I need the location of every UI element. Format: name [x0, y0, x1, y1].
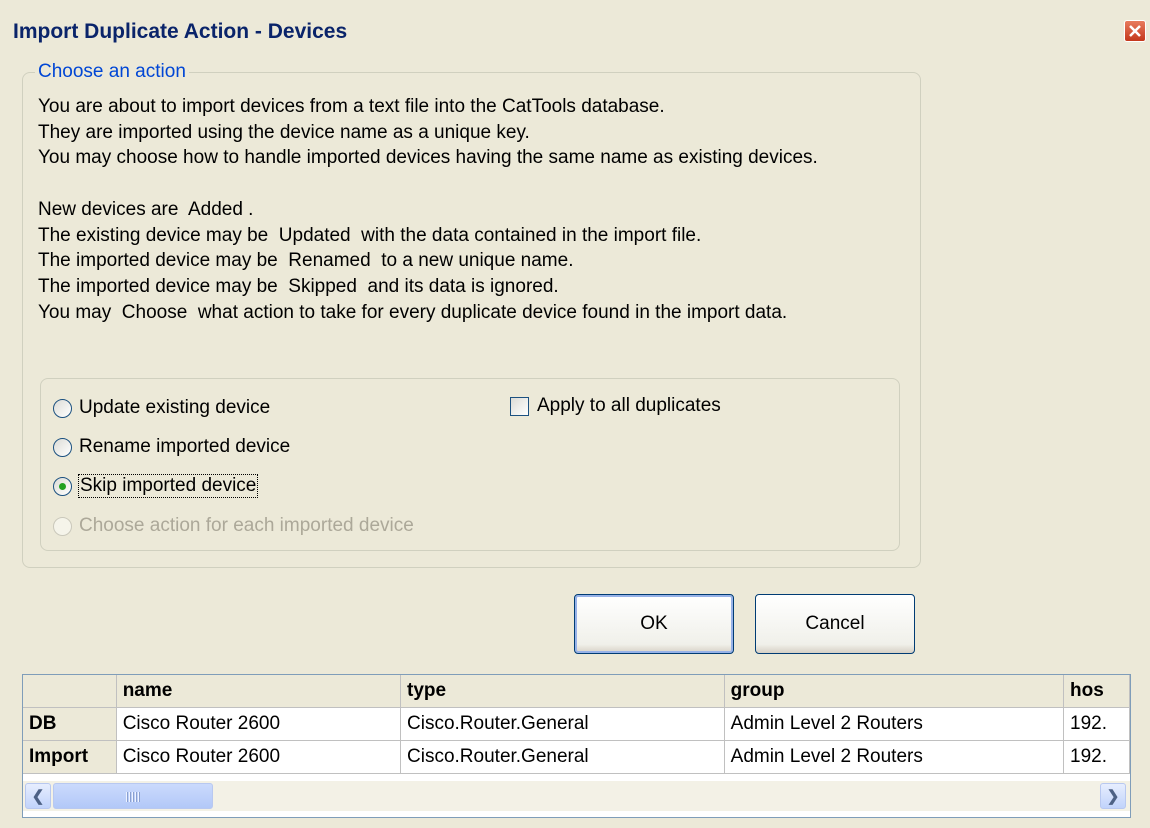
radio-button[interactable]: [53, 437, 72, 457]
radio-rename-imported[interactable]: Rename imported device: [53, 434, 290, 460]
group-legend: Choose an action: [35, 61, 189, 83]
window-title: Import Duplicate Action - Devices: [13, 20, 348, 43]
comparison-grid[interactable]: name type group hos DB Cisco Router 2600…: [22, 674, 1131, 818]
description-text: You are about to import devices from a t…: [38, 96, 818, 323]
title-bar: Import Duplicate Action - Devices: [0, 0, 1150, 62]
radio-button[interactable]: [53, 398, 72, 418]
corner-cell: [23, 675, 117, 708]
radio-skip-imported[interactable]: Skip imported device: [53, 473, 259, 499]
cell-name[interactable]: Cisco Router 2600: [116, 707, 402, 741]
chevron-right-icon[interactable]: ❯: [1100, 783, 1126, 809]
cell-type[interactable]: Cisco.Router.General: [400, 740, 725, 774]
grid-table: name type group hos DB Cisco Router 2600…: [23, 675, 1130, 774]
radio-label: Choose action for each imported device: [79, 515, 414, 536]
radio-button-selected[interactable]: [53, 476, 72, 496]
radio-label: Rename imported device: [79, 436, 291, 457]
apply-all-checkbox-row[interactable]: Apply to all duplicates: [510, 395, 721, 417]
header-row: name type group hos: [23, 675, 1130, 708]
cell-group[interactable]: Admin Level 2 Routers: [724, 740, 1065, 774]
radio-label: Update existing device: [79, 397, 271, 418]
cell-host[interactable]: 192.: [1063, 707, 1130, 741]
ok-button[interactable]: OK: [574, 594, 734, 654]
apply-all-checkbox[interactable]: [510, 396, 529, 416]
cell-host[interactable]: 192.: [1063, 740, 1130, 774]
column-header-group[interactable]: group: [724, 675, 1065, 708]
table-row[interactable]: Import Cisco Router 2600 Cisco.Router.Ge…: [23, 740, 1130, 774]
row-header: DB: [23, 707, 117, 741]
column-header-host[interactable]: hos: [1063, 675, 1130, 708]
horizontal-scrollbar[interactable]: ❮ ❯: [23, 781, 1130, 811]
column-header-name[interactable]: name: [116, 675, 402, 708]
radio-choose-each[interactable]: Choose action for each imported device: [53, 513, 414, 539]
radio-update-existing[interactable]: Update existing device: [53, 395, 270, 421]
cell-group[interactable]: Admin Level 2 Routers: [724, 707, 1065, 741]
row-header: Import: [23, 740, 117, 774]
grip-icon: [126, 792, 140, 802]
radio-button-disabled[interactable]: [53, 516, 72, 536]
table-row[interactable]: DB Cisco Router 2600 Cisco.Router.Genera…: [23, 707, 1130, 741]
ok-label: OK: [640, 613, 668, 634]
column-header-type[interactable]: type: [400, 675, 725, 708]
cancel-label: Cancel: [805, 613, 865, 634]
scrollbar-thumb[interactable]: [53, 783, 213, 809]
cell-type[interactable]: Cisco.Router.General: [400, 707, 725, 741]
chevron-left-icon[interactable]: ❮: [25, 783, 51, 809]
cancel-button[interactable]: Cancel: [755, 594, 915, 654]
close-button[interactable]: [1124, 20, 1146, 42]
apply-all-label: Apply to all duplicates: [537, 395, 721, 416]
close-icon: [1129, 25, 1141, 37]
radio-label: Skip imported device: [77, 474, 259, 498]
cell-name[interactable]: Cisco Router 2600: [116, 740, 402, 774]
